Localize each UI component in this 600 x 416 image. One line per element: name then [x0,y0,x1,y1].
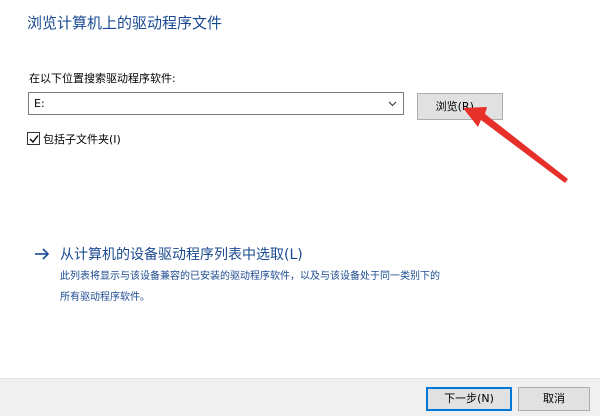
search-location-label: 在以下位置搜索驱动程序软件: [29,72,176,85]
dialog-title: 浏览计算机上的驱动程序文件 [27,14,223,32]
cancel-button[interactable]: 取消 [518,387,590,411]
description-line-1: 此列表将显示与该设备兼容的已安装的驱动程序软件，以及与该设备处于同一类别下的 [60,271,440,282]
arrow-right-icon [35,248,50,260]
search-location-combobox[interactable]: E: [28,92,404,115]
red-pointer-arrow-icon [463,107,568,183]
search-location-value: E: [34,97,45,110]
chevron-down-icon[interactable] [388,99,397,108]
include-subfolders-label: 包括子文件夹(I) [43,133,121,146]
dialog-footer: 下一步(N) 取消 [0,378,600,416]
pick-from-list-link-text[interactable]: 从计算机的设备驱动程序列表中选取(L) [60,244,303,264]
next-button[interactable]: 下一步(N) [426,387,512,411]
checkmark-icon [29,135,39,144]
include-subfolders-checkbox[interactable] [27,132,40,145]
pick-from-list-description: 此列表将显示与该设备兼容的已安装的驱动程序软件，以及与该设备处于同一类别下的 所… [60,266,440,308]
description-line-2: 所有驱动程序软件。 [60,292,150,303]
browse-button[interactable]: 浏览(R)... [417,93,503,120]
